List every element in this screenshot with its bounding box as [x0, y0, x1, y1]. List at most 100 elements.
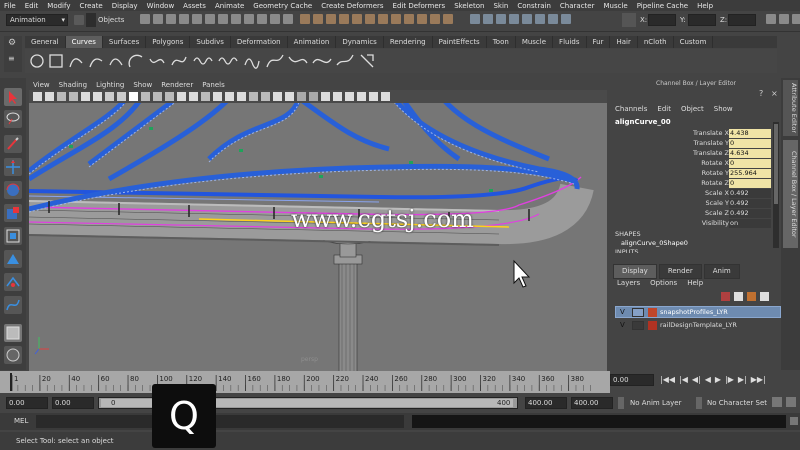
- selection-mask-icon[interactable]: [205, 14, 215, 24]
- tab-channel-box-layer-editor[interactable]: Channel Box / Layer Editor: [783, 140, 798, 248]
- snap-icon[interactable]: [352, 14, 362, 24]
- step-forward-key-icon[interactable]: ▶|: [738, 375, 747, 384]
- selection-mask-icon[interactable]: [218, 14, 228, 24]
- insert-knot-icon[interactable]: [193, 57, 213, 65]
- layer-row[interactable]: VrailDesignTemplate_LYR: [615, 319, 781, 331]
- layer-visibility-toggle[interactable]: V: [620, 308, 625, 316]
- viewport-tool-icon[interactable]: [333, 92, 342, 101]
- tool-settings-toggle-icon[interactable]: [779, 14, 789, 24]
- shelf-tab[interactable]: Surfaces: [103, 36, 147, 48]
- menu-item[interactable]: Skeleton: [454, 2, 484, 10]
- render-icon[interactable]: [535, 14, 545, 24]
- viewport-tool-icon[interactable]: [165, 92, 174, 101]
- layer-color-swatch[interactable]: [648, 308, 657, 317]
- character-set-label[interactable]: No Character Set: [707, 399, 767, 407]
- three-point-arc-icon[interactable]: [128, 54, 143, 68]
- viewport-tool-icon[interactable]: [69, 92, 78, 101]
- step-back-frame-icon[interactable]: ◀|: [692, 375, 701, 384]
- animation-start-field[interactable]: 0.00: [6, 397, 48, 409]
- viewport-tool-icon[interactable]: [321, 92, 330, 101]
- menu-set-dropdown[interactable]: Animation ▾: [6, 14, 68, 26]
- anim-layer-menu[interactable]: [618, 397, 624, 409]
- smooth-curve-icon[interactable]: [360, 54, 374, 68]
- current-time-marker[interactable]: [10, 373, 12, 391]
- menu-item[interactable]: Skin: [493, 2, 508, 10]
- scale-tool-button[interactable]: [4, 204, 22, 222]
- input-mode-icon[interactable]: [622, 13, 636, 27]
- detach-curves-icon[interactable]: [171, 56, 187, 66]
- menu-item[interactable]: Muscle: [603, 2, 627, 10]
- channel-box-menu-item[interactable]: Channels: [615, 105, 647, 113]
- selection-mask-icon[interactable]: [283, 14, 293, 24]
- new-layer-icon[interactable]: [721, 292, 730, 301]
- selection-mask-icon[interactable]: [192, 14, 202, 24]
- menu-item[interactable]: Create: [79, 2, 102, 10]
- viewport-tool-icon[interactable]: [261, 92, 270, 101]
- rebuild-curve-icon[interactable]: [288, 56, 308, 64]
- select-tool-button[interactable]: [4, 88, 22, 106]
- layer-template-toggle[interactable]: [632, 321, 644, 330]
- render-icon[interactable]: [548, 14, 558, 24]
- attribute-row[interactable]: Visibility on: [611, 219, 771, 229]
- ep-curve-icon[interactable]: [89, 58, 103, 68]
- menu-item[interactable]: Modify: [47, 2, 70, 10]
- menu-item[interactable]: Window: [147, 2, 175, 10]
- viewport-tool-icon[interactable]: [93, 92, 102, 101]
- render-icon[interactable]: [509, 14, 519, 24]
- attach-curves-icon[interactable]: [149, 58, 165, 64]
- help-icon[interactable]: ?: [759, 90, 767, 98]
- layer-name[interactable]: snapshotProfiles_LYR: [660, 308, 728, 316]
- x-field[interactable]: [648, 14, 676, 26]
- channel-box-menu-item[interactable]: Edit: [657, 105, 671, 113]
- viewport-tool-icon[interactable]: [57, 92, 66, 101]
- character-set-menu[interactable]: [696, 397, 702, 409]
- z-field[interactable]: [728, 14, 756, 26]
- snap-icon[interactable]: [378, 14, 388, 24]
- script-editor-icon[interactable]: [790, 417, 798, 425]
- attribute-value-field[interactable]: 0.492: [729, 199, 771, 208]
- soft-mod-tool-button[interactable]: [4, 250, 22, 268]
- viewport-tool-icon[interactable]: [309, 92, 318, 101]
- viewport-tool-icon[interactable]: [105, 92, 114, 101]
- snap-icon[interactable]: [430, 14, 440, 24]
- attribute-row[interactable]: Scale Z 0.492: [611, 209, 771, 219]
- step-back-key-icon[interactable]: |◀: [679, 375, 688, 384]
- selection-mask-icon[interactable]: [166, 14, 176, 24]
- snap-icon[interactable]: [391, 14, 401, 24]
- viewport-menu-item[interactable]: Show: [133, 81, 152, 89]
- selection-mask-icon[interactable]: [244, 14, 254, 24]
- channel-box-menu-item[interactable]: Show: [714, 105, 733, 113]
- attribute-value-field[interactable]: 4.634: [729, 149, 771, 158]
- snap-icon[interactable]: [300, 14, 310, 24]
- time-slider[interactable]: 1 20 40 60 80 100 120 140 160 180 200 220 240 260 280 3…: [0, 371, 610, 393]
- menu-item[interactable]: Display: [112, 2, 138, 10]
- playback-start-field[interactable]: 0.00: [52, 397, 94, 409]
- viewport-tool-icon[interactable]: [213, 92, 222, 101]
- viewport-tool-icon[interactable]: [153, 92, 162, 101]
- layer-editor-tab[interactable]: Display: [613, 264, 657, 279]
- mel-label[interactable]: MEL: [14, 417, 28, 425]
- shelf-tab[interactable]: nCloth: [638, 36, 674, 48]
- menu-item[interactable]: Geometry Cache: [253, 2, 312, 10]
- attribute-value-field[interactable]: 0.492: [729, 209, 771, 218]
- viewport-tool-icon[interactable]: [177, 92, 186, 101]
- selection-mask-icon[interactable]: [231, 14, 241, 24]
- render-icon[interactable]: [561, 14, 571, 24]
- shelf-tab[interactable]: Deformation: [231, 36, 288, 48]
- cv-curve-icon[interactable]: [69, 58, 83, 68]
- attribute-value-field[interactable]: 0: [729, 179, 771, 188]
- tab-attribute-editor[interactable]: Attribute Editor: [783, 80, 798, 136]
- shelf-list-icon[interactable]: ≡: [8, 54, 18, 64]
- layer-editor-tab[interactable]: Anim: [703, 264, 740, 279]
- manipulator-tool-button[interactable]: [4, 227, 22, 245]
- render-icon[interactable]: [483, 14, 493, 24]
- channel-box-toggle-icon[interactable]: [792, 14, 800, 24]
- menu-item[interactable]: Character: [560, 2, 595, 10]
- anim-layer-label[interactable]: No Anim Layer: [630, 399, 681, 407]
- pencil-curve-icon[interactable]: [109, 58, 123, 66]
- lasso-tool-button[interactable]: [4, 110, 22, 128]
- selection-mask-icon[interactable]: [270, 14, 280, 24]
- snap-icon[interactable]: [417, 14, 427, 24]
- move-tool-button[interactable]: [4, 158, 22, 176]
- layer-visibility-toggle[interactable]: V: [620, 321, 625, 329]
